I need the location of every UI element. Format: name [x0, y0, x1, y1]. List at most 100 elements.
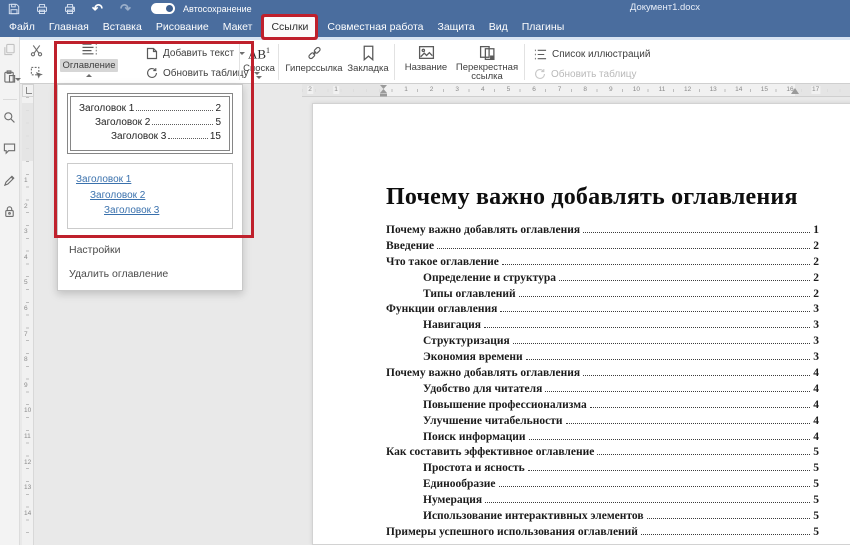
toc-link-entry: Заголовок 3	[76, 203, 224, 219]
document-title: Документ1.docx	[585, 2, 745, 13]
toc-row: Примеры успешного использования оглавлен…	[386, 526, 819, 542]
document-page[interactable]: Почему важно добавлять оглавления Почему…	[312, 103, 850, 545]
document-toc: Почему важно добавлять оглавления1Введен…	[386, 224, 819, 542]
add-text-button[interactable]: Добавить текст	[146, 47, 245, 60]
hyperlink-label: Гиперссылка	[285, 63, 342, 74]
toc-dropdown-panel: Заголовок 12Заголовок 25Заголовок 315 За…	[57, 84, 243, 291]
toolbar-divider	[524, 44, 525, 80]
toc-row: Единообразие5	[386, 478, 819, 494]
toc-icon	[81, 42, 98, 57]
tab-layout[interactable]: Макет	[216, 18, 260, 36]
toc-row: Что такое оглавление2	[386, 256, 819, 272]
tab-protection[interactable]: Защита	[430, 18, 481, 36]
tab-file[interactable]: Файл	[2, 18, 42, 36]
review-pen-icon[interactable]	[3, 174, 17, 188]
search-icon[interactable]	[3, 111, 17, 125]
toc-row: Использование интерактивных элементов5	[386, 510, 819, 526]
update-figures-table-label: Обновить таблицу	[551, 69, 637, 80]
toc-menu-remove-toc[interactable]: Удалить оглавление	[58, 262, 242, 286]
tab-draw[interactable]: Рисование	[149, 18, 216, 36]
bookmark-icon	[362, 45, 375, 61]
paste-icon[interactable]	[3, 70, 17, 84]
tab-view[interactable]: Вид	[482, 18, 515, 36]
toc-row: Повышение профессионализма4	[386, 399, 819, 415]
right-margin-zone	[795, 84, 850, 96]
tab-collaboration[interactable]: Совместная работа	[320, 18, 430, 36]
update-figures-table-button: Обновить таблицу	[534, 68, 637, 80]
toc-row: Функции оглавления3	[386, 303, 819, 319]
print-icon[interactable]	[35, 2, 48, 15]
hyperlink-button[interactable]: Гиперссылка	[284, 45, 344, 74]
toc-style-numbered[interactable]: Заголовок 12Заголовок 25Заголовок 315	[67, 93, 233, 154]
cross-reference-button[interactable]: Перекрестнаяссылка	[454, 45, 520, 81]
tab-insert[interactable]: Вставка	[96, 18, 149, 36]
quick-print-icon[interactable]	[63, 2, 76, 15]
tab-plugins[interactable]: Плагины	[515, 18, 572, 36]
autosave-toggle[interactable]	[151, 3, 175, 14]
tab-references[interactable]: Ссылки	[264, 17, 315, 37]
figure-list-label: Список иллюстраций	[552, 49, 650, 60]
refresh-icon	[534, 68, 546, 80]
refresh-icon	[146, 67, 158, 79]
footnote-button[interactable]: AB1 Сноска	[243, 44, 275, 79]
comments-icon[interactable]	[3, 142, 17, 156]
toolbar-divider	[278, 44, 279, 80]
save-icon[interactable]	[7, 2, 20, 15]
figure-list-icon	[534, 48, 547, 61]
redo-icon[interactable]: ↷	[119, 2, 132, 15]
hyperlink-chain-icon	[306, 45, 323, 61]
toc-style-links[interactable]: Заголовок 1Заголовок 2Заголовок 3	[67, 163, 233, 229]
toc-row: Удобство для читателя4	[386, 383, 819, 399]
quick-access-toolbar: ↶ ↷ Автосохранение Документ1.docx	[0, 0, 850, 17]
ribbon-tabs: ФайлГлавнаяВставкаРисованиеМакетСсылки Со…	[0, 17, 850, 37]
toc-row: Структуризация3	[386, 335, 819, 351]
toc-preview-entry: Заголовок 315	[79, 130, 221, 144]
bookmark-button[interactable]: Закладка	[346, 45, 390, 74]
footnote-caret	[256, 76, 262, 79]
toc-link-entry: Заголовок 1	[76, 172, 224, 188]
horizontal-ruler: 211234567891011121314151617	[302, 84, 850, 97]
toc-row: Как составить эффективное оглавление5	[386, 446, 819, 462]
add-text-icon	[146, 47, 158, 60]
toc-preview-entry: Заголовок 12	[79, 102, 221, 116]
toc-row: Почему важно добавлять оглавления1	[386, 224, 819, 240]
footnote-label: Сноска	[243, 63, 275, 74]
toc-row: Типы оглавлений2	[386, 288, 819, 304]
toc-row: Определение и структура2	[386, 272, 819, 288]
toolbar-divider	[394, 44, 395, 80]
toc-link-entry: Заголовок 2	[76, 188, 224, 204]
select-icon[interactable]	[30, 66, 44, 80]
table-of-contents-button[interactable]: Оглавление	[60, 42, 118, 83]
cross-reference-label: Перекрестнаяссылка	[456, 63, 518, 81]
undo-icon[interactable]: ↶	[91, 2, 104, 15]
app-window: ↶ ↷ Автосохранение Документ1.docx ФайлГл…	[0, 0, 850, 545]
autosave-label: Автосохранение	[183, 4, 252, 14]
indent-marker[interactable]	[379, 85, 388, 97]
left-sidebar	[0, 37, 20, 545]
toc-menu-settings[interactable]: Настройки	[58, 238, 242, 262]
toc-row: Простота и ясность5	[386, 462, 819, 478]
right-indent-marker[interactable]	[791, 88, 799, 94]
caption-button[interactable]: Название	[400, 45, 452, 73]
caption-image-icon	[418, 45, 435, 60]
toc-button-label: Оглавление	[60, 59, 118, 72]
toc-row: Поиск информации4	[386, 431, 819, 447]
tab-home[interactable]: Главная	[42, 18, 96, 36]
toc-collapse-caret	[86, 74, 92, 77]
paste-dropdown-caret[interactable]	[15, 78, 21, 81]
toolbar-divider	[239, 44, 240, 80]
top-margin-zone	[22, 103, 33, 161]
toc-row: Экономия времени3	[386, 351, 819, 367]
toc-row: Почему важно добавлять оглавления4	[386, 367, 819, 383]
lock-icon[interactable]	[3, 205, 17, 219]
bookmark-label: Закладка	[347, 63, 388, 74]
caption-label: Название	[405, 62, 447, 73]
title-bar: ↶ ↷ Автосохранение Документ1.docx ФайлГл…	[0, 0, 850, 37]
copy-icon[interactable]	[3, 43, 17, 57]
toc-row: Нумерация5	[386, 494, 819, 510]
add-text-label: Добавить текст	[163, 48, 234, 59]
update-table-label: Обновить таблицу	[163, 68, 249, 79]
cut-icon[interactable]	[30, 44, 44, 58]
figure-list-button[interactable]: Список иллюстраций	[534, 48, 650, 61]
references-ribbon-toolbar: Оглавление Добавить текст Обновить табли…	[20, 37, 850, 84]
